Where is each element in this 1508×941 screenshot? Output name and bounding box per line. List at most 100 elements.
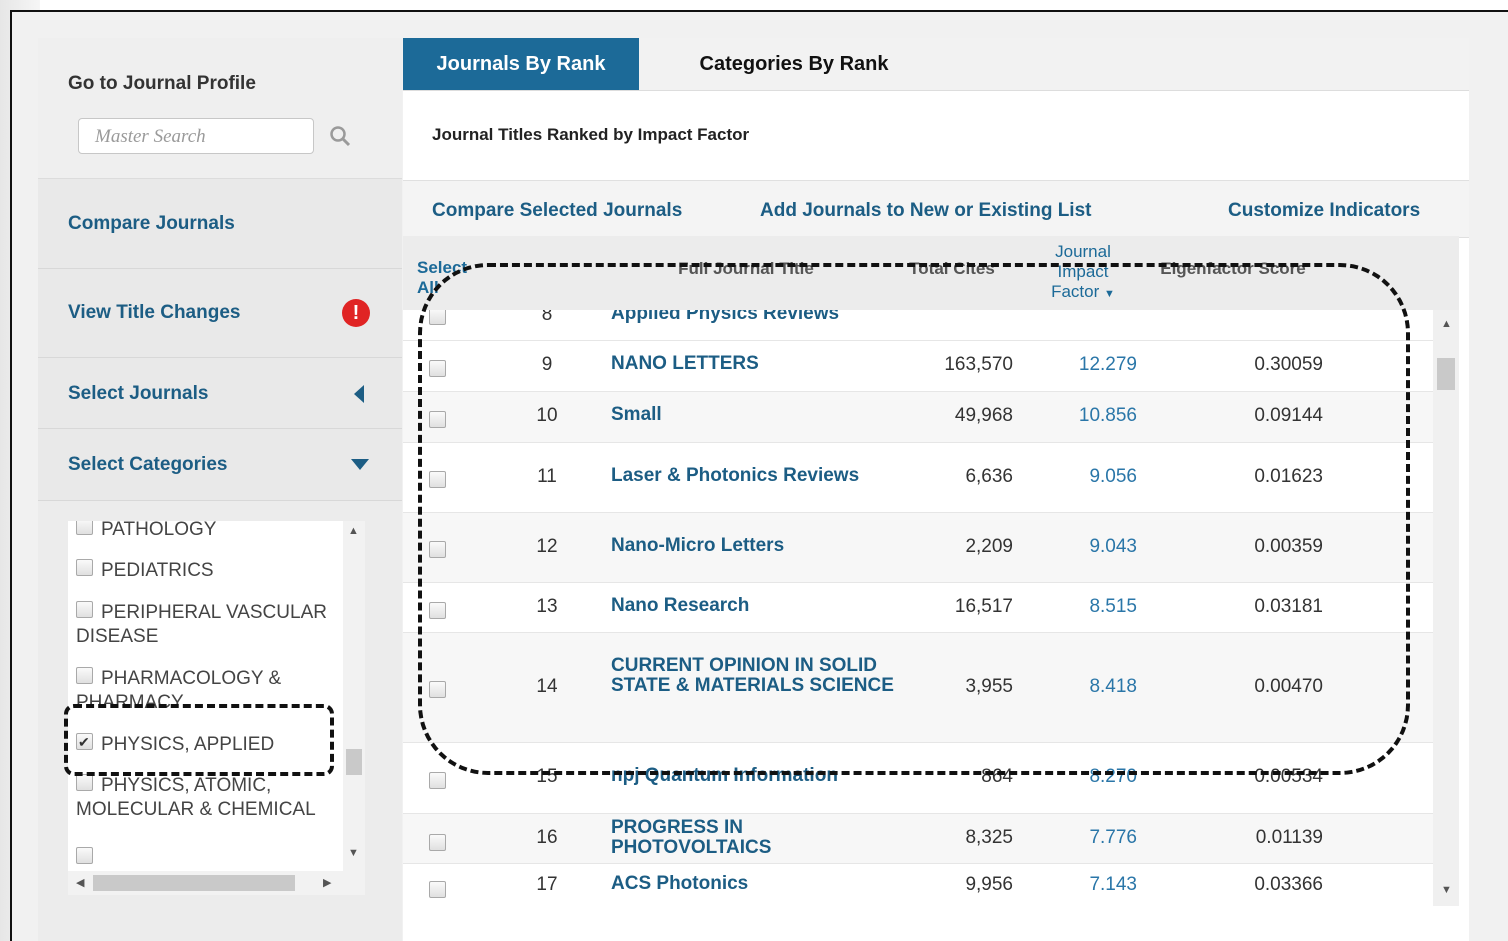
category-checkbox[interactable] (76, 847, 93, 865)
scrollbar-thumb[interactable] (346, 749, 362, 775)
category-checkbox[interactable] (76, 559, 93, 577)
row-rank: 14 (536, 676, 558, 697)
row-rank: 10 (536, 405, 558, 426)
tab-journals-by-rank[interactable]: Journals By Rank (403, 38, 639, 90)
jif-value[interactable]: 8.418 (1037, 676, 1137, 698)
scroll-up-icon[interactable]: ▲ (348, 525, 359, 537)
scrollbar-thumb[interactable] (1437, 358, 1455, 390)
jif-value[interactable]: 8.515 (1037, 596, 1137, 618)
journal-title-link[interactable]: PROGRESS IN PHOTOVOLTAICS (611, 818, 811, 858)
jif-value[interactable]: 7.776 (1037, 827, 1137, 849)
column-header-eigenfactor[interactable]: Eigenfactor Score (1148, 259, 1318, 279)
category-item-selected[interactable]: PHYSICS, APPLIED (76, 730, 336, 757)
journal-title-link[interactable]: ACS Photonics (611, 874, 748, 894)
sidebar-item-select-journals[interactable]: Select Journals (38, 358, 402, 429)
row-checkbox[interactable] (429, 360, 446, 377)
eigenfactor-value: 0.00359 (1254, 536, 1323, 557)
category-item[interactable]: PERIPHERAL VASCULAR DISEASE (76, 601, 331, 649)
table-vertical-scrollbar[interactable]: ▲ ▼ (1433, 310, 1459, 906)
total-cites-value: 864 (981, 766, 1013, 787)
jif-value[interactable]: 8.270 (1037, 766, 1137, 788)
category-item[interactable] (76, 847, 336, 871)
category-checkbox[interactable] (76, 667, 93, 685)
category-horizontal-scrollbar[interactable]: ◀ ▶ (68, 871, 365, 895)
master-search-input[interactable]: Master Search (78, 118, 314, 154)
eigenfactor-value: 0.03181 (1254, 596, 1323, 617)
journal-title-link[interactable]: Small (611, 405, 662, 425)
jif-value[interactable]: 12.279 (1037, 354, 1137, 376)
journal-title-link[interactable]: Laser & Photonics Reviews (611, 466, 859, 486)
scroll-left-icon[interactable]: ◀ (76, 876, 84, 889)
journal-profile-title: Go to Journal Profile (68, 73, 256, 94)
eigenfactor-value: 0.09144 (1254, 405, 1323, 426)
category-list[interactable]: PATHOLOGY PEDIATRICS PERIPHERAL VASCULAR… (68, 521, 343, 871)
table-row: 15 npj Quantum Information 864 8.270 0.0… (403, 743, 1433, 814)
table-row: 8 Applied Physics Reviews (403, 310, 1433, 341)
jif-value[interactable]: 9.056 (1037, 466, 1137, 488)
category-checkbox[interactable] (76, 521, 93, 536)
column-header-jif[interactable]: Journal Impact Factor ▼ (1033, 242, 1133, 304)
scroll-right-icon[interactable]: ▶ (323, 876, 331, 889)
row-rank: 17 (536, 874, 558, 895)
scroll-up-icon[interactable]: ▲ (1441, 318, 1452, 330)
row-checkbox[interactable] (429, 310, 446, 325)
row-checkbox[interactable] (429, 772, 446, 789)
table-row: 9 NANO LETTERS 163,570 12.279 0.30059 (403, 341, 1433, 392)
tab-bar: Journals By Rank Categories By Rank (403, 38, 1469, 91)
table-row: 16 PROGRESS IN PHOTOVOLTAICS 8,325 7.776… (403, 814, 1433, 864)
scrollbar-thumb[interactable] (93, 875, 295, 891)
eigenfactor-value: 0.03366 (1254, 874, 1323, 895)
row-rank: 11 (537, 466, 557, 487)
row-checkbox[interactable] (429, 834, 446, 851)
category-item[interactable]: PATHOLOGY (76, 521, 336, 542)
jif-value[interactable]: 7.143 (1037, 874, 1137, 896)
scroll-down-icon[interactable]: ▼ (348, 847, 359, 859)
category-checkbox-checked[interactable] (76, 730, 93, 754)
journal-title-link[interactable]: NANO LETTERS (611, 354, 759, 374)
column-header-total-cites[interactable]: Total Cites (897, 259, 1007, 279)
add-journals-to-list-link[interactable]: Add Journals to New or Existing List (760, 200, 1091, 222)
row-checkbox[interactable] (429, 881, 446, 898)
alert-icon: ! (342, 299, 370, 327)
sidebar-item-label: Select Categories (68, 454, 228, 475)
column-header-title[interactable]: Full Journal Title (651, 259, 841, 279)
search-icon[interactable] (328, 124, 352, 148)
category-checkbox[interactable] (76, 774, 93, 792)
scroll-down-icon[interactable]: ▼ (1441, 884, 1452, 896)
row-checkbox[interactable] (429, 541, 446, 558)
total-cites-value: 9,956 (965, 874, 1013, 895)
journal-title-link[interactable]: npj Quantum Information (611, 766, 838, 786)
tab-categories-by-rank[interactable]: Categories By Rank (639, 38, 949, 90)
customize-indicators-link[interactable]: Customize Indicators (1228, 200, 1420, 222)
compare-selected-journals-link[interactable]: Compare Selected Journals (432, 200, 682, 222)
jif-value[interactable]: 9.043 (1037, 536, 1137, 558)
table-row: 10 Small 49,968 10.856 0.09144 (403, 392, 1433, 443)
row-checkbox[interactable] (429, 681, 446, 698)
row-checkbox[interactable] (429, 471, 446, 488)
chevron-left-icon (354, 385, 364, 403)
sidebar: Go to Journal Profile Master Search Comp… (38, 38, 402, 941)
journal-title-link[interactable]: Nano Research (611, 596, 749, 616)
chevron-down-icon (351, 459, 369, 470)
table-body: 8 Applied Physics Reviews 9 NANO LETTERS… (403, 310, 1433, 906)
sidebar-item-compare-journals[interactable]: Compare Journals (38, 179, 402, 269)
table-header: Select All Full Journal Title Total Cite… (403, 236, 1433, 310)
eigenfactor-value: 0.01623 (1254, 466, 1323, 487)
total-cites-value: 3,955 (965, 676, 1013, 697)
total-cites-value: 49,968 (954, 405, 1013, 426)
row-checkbox[interactable] (429, 602, 446, 619)
category-checkbox[interactable] (76, 601, 93, 619)
category-item[interactable]: PEDIATRICS (76, 559, 336, 583)
select-all-link[interactable]: Select All (417, 258, 477, 298)
table-row: 14 CURRENT OPINION IN SOLID STATE & MATE… (403, 633, 1433, 743)
row-checkbox[interactable] (429, 411, 446, 428)
total-cites-value: 2,209 (965, 536, 1013, 557)
sidebar-item-select-categories[interactable]: Select Categories (38, 429, 402, 501)
journal-title-link[interactable]: Nano-Micro Letters (611, 536, 784, 556)
category-item[interactable]: PHARMACOLOGY & PHARMACY (76, 667, 331, 715)
category-item[interactable]: PHYSICS, ATOMIC, MOLECULAR & CHEMICAL (76, 774, 316, 822)
category-vertical-scrollbar[interactable]: ▲ ▼ (343, 521, 365, 871)
jif-value[interactable]: 10.856 (1037, 405, 1137, 427)
sidebar-item-view-title-changes[interactable]: View Title Changes ! (38, 269, 402, 358)
journal-title-link[interactable]: CURRENT OPINION IN SOLID STATE & MATERIA… (611, 656, 901, 696)
